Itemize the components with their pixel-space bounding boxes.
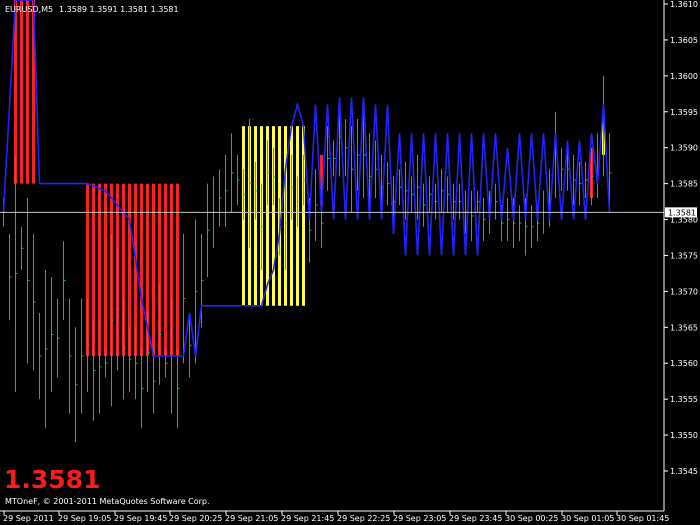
fill-stripe: [176, 183, 179, 357]
x-tick-label: 29 Sep 21:05: [225, 514, 278, 523]
price-chart[interactable]: 1.3610 1.3605 1.3600 1.3595 1.3590 1.3585 1.35…: [0, 0, 700, 525]
y-tick-label: 1.3610: [670, 0, 698, 9]
y-tick-label: 1.3595: [670, 108, 698, 117]
fill-stripe: [104, 183, 107, 357]
x-tick-label: 29 Sep 19:45: [114, 514, 167, 523]
x-tick-label: 29 Sep 21:45: [281, 514, 334, 523]
y-tick-label: 1.3555: [670, 395, 698, 404]
x-tick-label: 30 Sep 01:45: [616, 514, 669, 523]
chart-symbol: EURUSD,M5: [5, 5, 53, 14]
fill-stripe: [140, 183, 143, 357]
fill-stripe: [164, 183, 167, 357]
x-tick-label: 29 Sep 22:25: [337, 514, 390, 523]
y-tick-label: 1.3575: [670, 251, 698, 260]
fill-stripe: [20, 0, 23, 184]
y-tick-label: 1.3545: [670, 467, 698, 476]
chart-ohlc: 1.3589 1.3591 1.3581 1.3581: [59, 5, 179, 14]
y-tick-label: 1.3550: [670, 431, 698, 440]
fill-stripe: [152, 183, 155, 357]
y-tick-label: 1.3600: [670, 72, 698, 81]
x-tick-label: 29 Sep 2011: [3, 514, 54, 523]
current-price-label: 1.3581: [668, 208, 696, 217]
x-tick-label: 29 Sep 23:45: [449, 514, 502, 523]
fill-stripe: [26, 0, 29, 184]
y-tick-label: 1.3560: [670, 359, 698, 368]
x-tick-label: 30 Sep 01:05: [561, 514, 614, 523]
y-tick-label: 1.3565: [670, 323, 698, 332]
x-tick-label: 29 Sep 19:05: [58, 514, 111, 523]
big-price-display: 1.3581: [4, 465, 100, 494]
y-tick-label: 1.3570: [670, 287, 698, 296]
y-tick-label: 1.3585: [670, 180, 698, 189]
x-tick-label: 29 Sep 20:25: [169, 514, 222, 523]
x-tick-label: 30 Sep 00:25: [505, 514, 558, 523]
copyright-text: MTOneF, © 2001-2011 MetaQuotes Software …: [5, 497, 210, 506]
y-tick-label: 1.3605: [670, 36, 698, 45]
y-tick-label: 1.3590: [670, 144, 698, 153]
x-tick-label: 29 Sep 23:05: [393, 514, 446, 523]
